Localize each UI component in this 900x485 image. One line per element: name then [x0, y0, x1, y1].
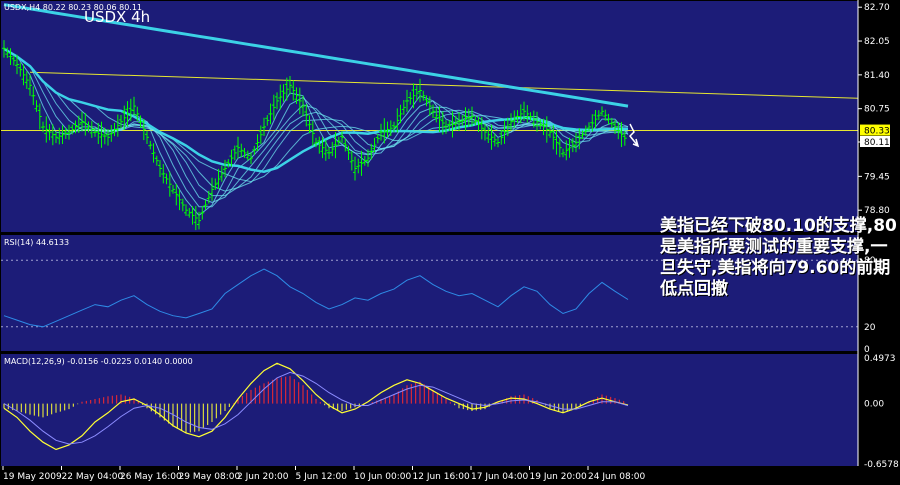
macd-tick-label: -0.6578	[864, 460, 899, 470]
macd-tick-label: 0.4973	[864, 354, 896, 364]
price-marker-label: 80.33	[864, 127, 890, 137]
chart-title: USDX 4h	[84, 8, 150, 26]
x-tick-label: 17 Jun 04:00	[471, 472, 528, 482]
annotation-text: 美指已经下破80.10的支撑,80是美指所要测试的重要支撑,一旦失守,美指将向7…	[660, 216, 897, 299]
x-tick-label: 19 May 2009	[3, 472, 62, 482]
x-tick-label: 19 Jun 20:00	[530, 472, 587, 482]
price-tick-label: 82.70	[864, 3, 890, 13]
price-marker-label: 80.11	[864, 138, 890, 148]
macd-header: MACD(12,26,9) -0.0156 -0.0225 0.0140 0.0…	[4, 357, 193, 366]
x-tick-label: 29 May 08:00	[179, 472, 241, 482]
macd-tick-label: 0.00	[864, 400, 884, 410]
rsi-tick-label: 20	[864, 323, 876, 333]
rsi-header: RSI(14) 44.6133	[4, 238, 69, 247]
price-tick-label: 80.75	[864, 105, 890, 115]
macd-panel	[1, 354, 858, 466]
price-tick-label: 81.40	[864, 71, 890, 81]
x-tick-label: 26 May 16:00	[120, 472, 182, 482]
x-tick-label: 10 Jun 00:00	[354, 472, 411, 482]
price-panel	[1, 1, 858, 232]
price-tick-label: 79.45	[864, 172, 890, 182]
x-tick-label: 2 Jun 20:00	[237, 472, 289, 482]
price-tick-label: 78.80	[864, 206, 890, 216]
x-tick-label: 22 May 04:00	[62, 472, 124, 482]
price-tick-label: 82.05	[864, 37, 890, 47]
x-tick-label: 24 Jun 08:00	[588, 472, 645, 482]
x-tick-label: 5 Jun 12:00	[296, 472, 348, 482]
x-tick-label: 12 Jun 16:00	[413, 472, 470, 482]
